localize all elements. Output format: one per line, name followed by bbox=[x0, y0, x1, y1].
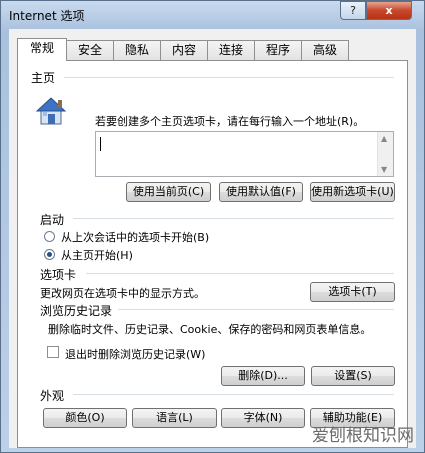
startup-last-session-label[interactable]: 从上次会话中的选项卡开始(B) bbox=[61, 229, 209, 245]
tabs-divider bbox=[86, 273, 394, 274]
internet-options-window: Internet 选项 ? x 常规 安全 隐私 内容 连接 程序 高级 主页 bbox=[0, 0, 425, 453]
fonts-button[interactable]: 字体(N) bbox=[221, 408, 305, 428]
tab-privacy[interactable]: 隐私 bbox=[113, 40, 161, 60]
delete-on-exit-label[interactable]: 退出时删除浏览历史记录(W) bbox=[65, 346, 205, 362]
use-new-tab-button[interactable]: 使用新选项卡(U) bbox=[310, 182, 395, 202]
languages-button[interactable]: 语言(L) bbox=[132, 408, 217, 428]
history-divider bbox=[118, 309, 394, 310]
home-section-heading: 主页 bbox=[31, 71, 56, 85]
help-button[interactable]: ? bbox=[340, 1, 366, 20]
title-bar[interactable]: Internet 选项 ? x bbox=[1, 1, 424, 29]
startup-home-label[interactable]: 从主页开始(H) bbox=[61, 247, 133, 263]
tabs-section-heading: 选项卡 bbox=[40, 268, 77, 282]
home-description: 若要创建多个主页选项卡，请在每行输入一个地址(R)。 bbox=[95, 115, 365, 128]
scroll-up-icon[interactable]: ▲ bbox=[381, 134, 387, 143]
tab-content[interactable]: 内容 bbox=[160, 40, 208, 60]
scroll-down-icon[interactable]: ▼ bbox=[381, 165, 387, 174]
close-button[interactable]: x bbox=[366, 1, 412, 20]
use-default-button[interactable]: 使用默认值(F) bbox=[219, 182, 303, 202]
watermark: 爱刨根知识网 bbox=[312, 426, 414, 446]
history-section-heading: 浏览历史记录 bbox=[40, 304, 113, 318]
textarea-scrollbar[interactable]: ▲ ▼ bbox=[377, 132, 393, 176]
colors-button[interactable]: 颜色(O) bbox=[43, 408, 127, 428]
startup-divider bbox=[73, 218, 394, 219]
tab-general[interactable]: 常规 bbox=[17, 38, 67, 61]
tabs-settings-button[interactable]: 选项卡(T) bbox=[310, 282, 395, 302]
history-settings-button[interactable]: 设置(S) bbox=[311, 366, 395, 386]
startup-last-session-radio[interactable] bbox=[44, 231, 55, 242]
use-current-button[interactable]: 使用当前页(C) bbox=[126, 182, 211, 202]
appearance-section-heading: 外观 bbox=[40, 389, 65, 403]
tab-connections[interactable]: 连接 bbox=[207, 40, 255, 60]
house-icon bbox=[34, 95, 70, 130]
dialog-body: 常规 安全 隐私 内容 连接 程序 高级 主页 若要创建多个主页选项卡，请在每行 bbox=[9, 29, 416, 448]
history-description: 删除临时文件、历史记录、Cookie、保存的密码和网页表单信息。 bbox=[48, 323, 372, 336]
appearance-divider bbox=[73, 394, 394, 395]
startup-home-radio[interactable] bbox=[44, 249, 55, 260]
text-caret bbox=[100, 137, 101, 151]
startup-section-heading: 启动 bbox=[40, 213, 65, 227]
window-title: Internet 选项 bbox=[9, 9, 85, 23]
tab-programs[interactable]: 程序 bbox=[254, 40, 302, 60]
home-address-textarea[interactable]: ▲ ▼ bbox=[95, 131, 394, 177]
delete-on-exit-checkbox[interactable] bbox=[47, 346, 59, 358]
tab-security[interactable]: 安全 bbox=[66, 40, 114, 60]
delete-history-button[interactable]: 删除(D)... bbox=[221, 366, 305, 386]
general-tab-panel: 主页 若要创建多个主页选项卡，请在每行输入一个地址(R)。 ▲ ▼ 使用当前页(… bbox=[17, 60, 408, 448]
tabs-description: 更改网页在选项卡中的显示方式。 bbox=[40, 287, 205, 300]
home-divider bbox=[64, 77, 394, 78]
tab-advanced[interactable]: 高级 bbox=[301, 40, 349, 60]
